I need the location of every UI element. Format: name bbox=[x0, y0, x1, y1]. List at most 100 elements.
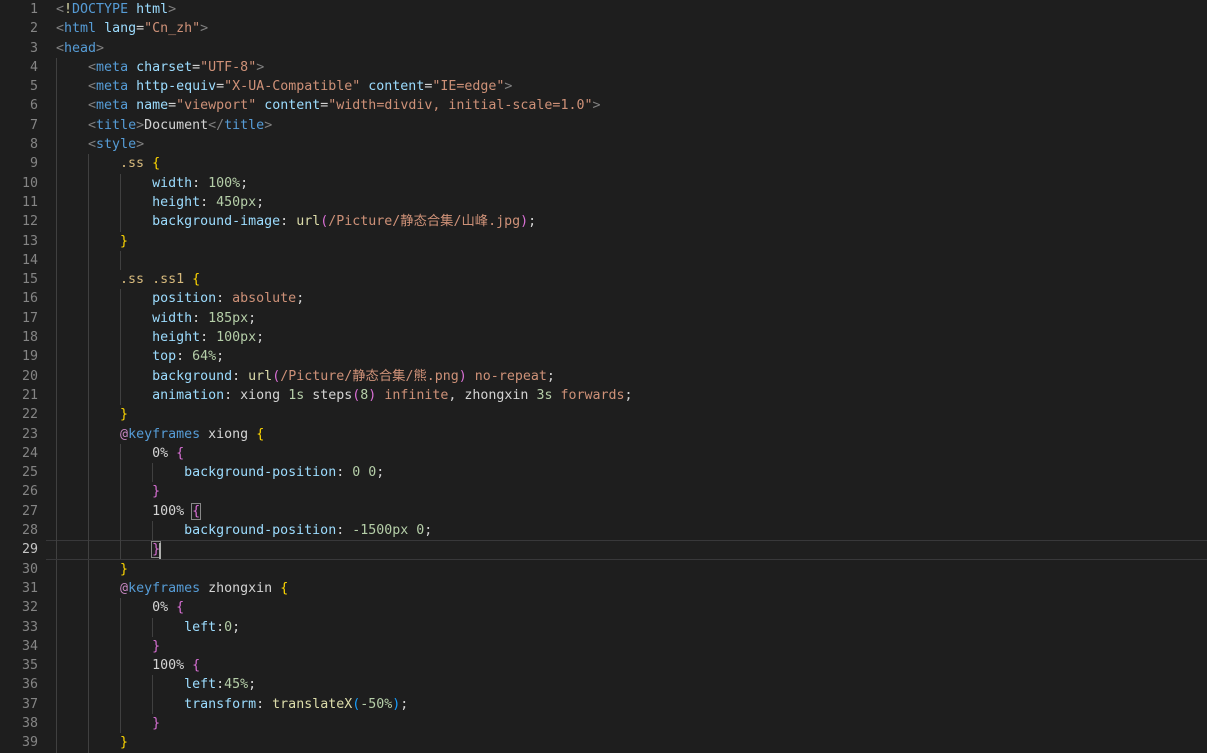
code-text[interactable]: height: 100px; bbox=[56, 328, 264, 347]
code-line[interactable]: 6 <meta name="viewport" content="width=d… bbox=[0, 96, 1207, 116]
code-text[interactable]: <style> bbox=[56, 135, 144, 154]
code-line[interactable]: 35 100% { bbox=[0, 656, 1207, 676]
code-line[interactable]: 25 background-position: 0 0; bbox=[0, 463, 1207, 483]
code-line[interactable]: 37 transform: translateX(-50%); bbox=[0, 694, 1207, 714]
code-line[interactable]: 39 } bbox=[0, 733, 1207, 753]
code-line[interactable]: 7 <title>Document</title> bbox=[0, 115, 1207, 136]
code-text[interactable]: 0% { bbox=[56, 444, 184, 463]
code-line[interactable]: 16 position: absolute; bbox=[0, 289, 1207, 309]
code-text[interactable]: height: 450px; bbox=[56, 193, 264, 212]
code-line[interactable]: 24 0% { bbox=[0, 443, 1207, 464]
code-text[interactable]: @keyframes zhongxin { bbox=[56, 579, 288, 598]
code-line[interactable]: 31 @keyframes zhongxin { bbox=[0, 578, 1207, 599]
code-line[interactable]: 19 top: 64%; bbox=[0, 347, 1207, 367]
code-line[interactable]: 17 width: 185px; bbox=[0, 308, 1207, 329]
code-text[interactable]: background-position: 0 0; bbox=[56, 463, 384, 482]
code-text[interactable]: } bbox=[56, 540, 162, 561]
code-line[interactable]: 11 height: 450px; bbox=[0, 192, 1207, 213]
code-text[interactable]: background-position: -1500px 0; bbox=[56, 521, 432, 540]
editor-lines[interactable]: 1 <!DOCTYPE html> 2 <html lang="Cn_zh"> 3 <he… bbox=[0, 0, 1207, 753]
code-line[interactable]: 32 0% { bbox=[0, 598, 1207, 618]
code-text[interactable]: <html lang="Cn_zh"> bbox=[56, 19, 208, 38]
code-token: { bbox=[176, 600, 185, 616]
code-token: .ss .ss1 bbox=[120, 272, 185, 288]
code-text[interactable]: background: url(/Picture/静态合集/熊.png) no-… bbox=[56, 367, 555, 386]
code-line[interactable]: 26 } bbox=[0, 482, 1207, 502]
code-line[interactable]: 22 } bbox=[0, 405, 1207, 425]
code-line[interactable]: 9 .ss { bbox=[0, 154, 1207, 174]
code-token: 45% bbox=[224, 677, 249, 693]
code-text[interactable]: 100% { bbox=[56, 656, 200, 675]
code-text[interactable]: <title>Document</title> bbox=[56, 116, 272, 135]
code-token: top bbox=[152, 349, 177, 365]
code-text[interactable]: <meta charset="UTF-8"> bbox=[56, 58, 264, 77]
code-token: : bbox=[336, 523, 353, 539]
indent-guide bbox=[88, 250, 90, 271]
code-token: < bbox=[88, 79, 97, 95]
code-line[interactable]: 15 .ss .ss1 { bbox=[0, 270, 1207, 290]
code-line[interactable]: 29 } bbox=[0, 540, 1207, 561]
code-text[interactable]: <!DOCTYPE html> bbox=[56, 0, 176, 19]
code-text[interactable]: position: absolute; bbox=[56, 289, 304, 308]
code-text[interactable]: <head> bbox=[56, 39, 104, 58]
code-text[interactable]: } bbox=[56, 232, 128, 251]
code-line[interactable]: 3 <head> bbox=[0, 39, 1207, 58]
code-text[interactable]: 100% { bbox=[56, 502, 202, 521]
code-editor[interactable]: 1 <!DOCTYPE html> 2 <html lang="Cn_zh"> 3 <he… bbox=[0, 0, 1207, 753]
code-line[interactable]: 33 left:0; bbox=[0, 617, 1207, 637]
code-line[interactable]: 13 } bbox=[0, 231, 1207, 251]
code-line[interactable]: 21 animation: xiong 1s steps(8) infinite… bbox=[0, 385, 1207, 406]
code-line[interactable]: 28 background-position: -1500px 0; bbox=[0, 521, 1207, 541]
code-text[interactable]: top: 64%; bbox=[56, 347, 224, 366]
code-text[interactable]: } bbox=[56, 405, 128, 424]
code-text[interactable]: } bbox=[56, 560, 128, 579]
code-text[interactable]: .ss .ss1 { bbox=[56, 270, 200, 289]
code-token: = bbox=[136, 21, 145, 37]
code-text[interactable]: animation: xiong 1s steps(8) infinite, z… bbox=[56, 386, 632, 405]
code-text[interactable]: <meta http-equiv="X-UA-Compatible" conte… bbox=[56, 77, 512, 96]
code-text[interactable]: width: 185px; bbox=[56, 309, 256, 328]
code-line[interactable]: 2 <html lang="Cn_zh"> bbox=[0, 19, 1207, 38]
code-token: url bbox=[248, 368, 273, 384]
code-line[interactable]: 18 height: 100px; bbox=[0, 328, 1207, 348]
code-line[interactable]: 38 } bbox=[0, 713, 1207, 734]
code-line[interactable]: 20 background: url(/Picture/静态合集/熊.png) … bbox=[0, 366, 1207, 386]
code-text[interactable]: width: 100%; bbox=[56, 174, 248, 193]
code-text[interactable]: background-image: url(/Picture/静态合集/山峰.j… bbox=[56, 212, 536, 231]
code-line[interactable]: 1 <!DOCTYPE html> bbox=[0, 0, 1207, 19]
code-token: 0 0 bbox=[352, 465, 377, 481]
code-line[interactable]: 30 } bbox=[0, 559, 1207, 579]
code-line[interactable]: 34 } bbox=[0, 636, 1207, 657]
code-text[interactable]: <meta name="viewport" content="width=div… bbox=[56, 96, 600, 115]
code-text[interactable]: @keyframes xiong { bbox=[56, 425, 264, 444]
code-token: ; bbox=[248, 677, 257, 693]
code-line[interactable]: 23 @keyframes xiong { bbox=[0, 424, 1207, 444]
indent-guide bbox=[120, 250, 122, 271]
code-text[interactable]: } bbox=[56, 637, 160, 656]
code-token: 100px bbox=[216, 330, 257, 346]
code-text[interactable]: } bbox=[56, 482, 160, 501]
code-text[interactable]: } bbox=[56, 714, 160, 733]
code-line[interactable]: 14 bbox=[0, 250, 1207, 271]
code-text[interactable]: transform: translateX(-50%); bbox=[56, 695, 408, 714]
indent-guide bbox=[56, 250, 57, 271]
line-number: 18 bbox=[21, 330, 38, 346]
code-text[interactable]: left:45%; bbox=[56, 675, 256, 694]
code-line[interactable]: 27 100% { bbox=[0, 501, 1207, 522]
code-line[interactable]: 5 <meta http-equiv="X-UA-Compatible" con… bbox=[0, 77, 1207, 97]
code-text[interactable]: 0% { bbox=[56, 598, 184, 617]
code-line[interactable]: 8 <style> bbox=[0, 135, 1207, 155]
line-number: 13 bbox=[21, 233, 38, 249]
code-token: ; bbox=[296, 291, 305, 307]
code-line[interactable]: 10 width: 100%; bbox=[0, 173, 1207, 193]
code-line[interactable]: 4 <meta charset="UTF-8"> bbox=[0, 57, 1207, 78]
code-text[interactable]: .ss { bbox=[56, 154, 160, 173]
code-line[interactable]: 36 left:45%; bbox=[0, 675, 1207, 695]
code-text[interactable]: } bbox=[56, 733, 128, 752]
code-token: "width=divdiv, initial-scale=1.0" bbox=[328, 98, 593, 114]
code-line[interactable]: 12 background-image: url(/Picture/静态合集/山… bbox=[0, 212, 1207, 232]
code-text[interactable]: left:0; bbox=[56, 618, 240, 637]
